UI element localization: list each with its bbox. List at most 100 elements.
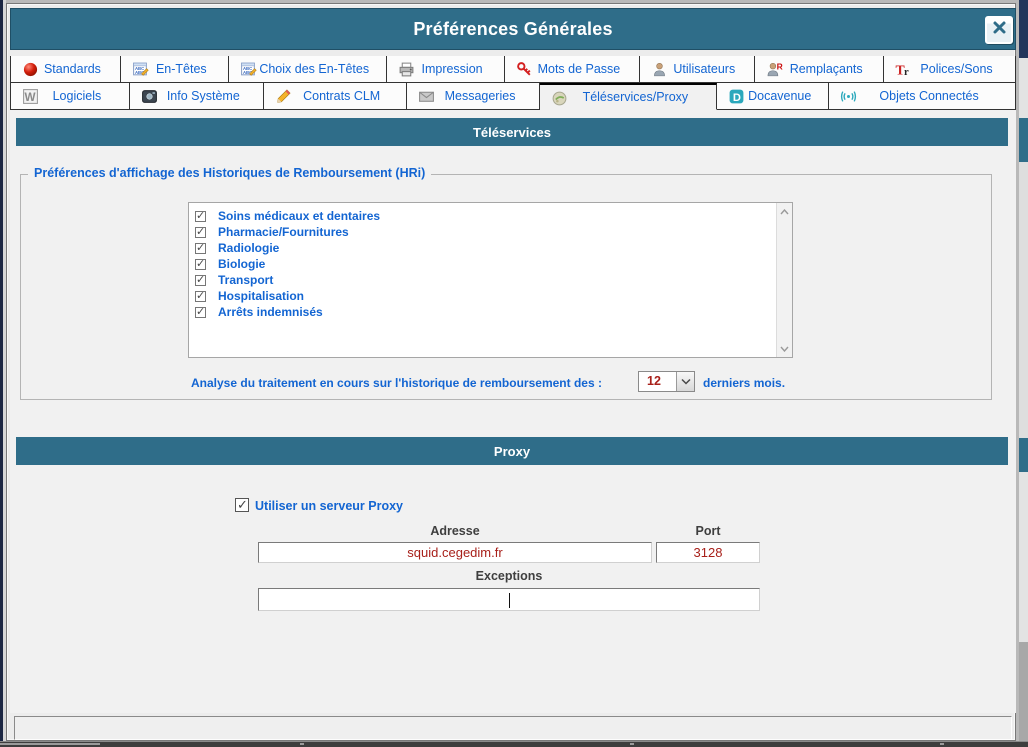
- tab-label: Contrats CLM: [289, 89, 380, 103]
- background-window-edge-bottom: [0, 741, 1028, 747]
- tab-label: Remplaçants: [776, 62, 863, 76]
- close-button[interactable]: [985, 16, 1013, 44]
- port-field[interactable]: 3128: [656, 542, 760, 563]
- header-doc-icon: ABCABC: [240, 61, 257, 78]
- address-label: Adresse: [258, 524, 652, 538]
- background-fragment: [1019, 162, 1028, 438]
- hri-item-label: Arrêts indemnisés: [218, 305, 323, 319]
- hri-item-pharmacie-fournitures[interactable]: Pharmacie/Fournitures: [195, 224, 775, 240]
- tab-contrats-clm[interactable]: Contrats CLM: [264, 83, 407, 110]
- tab-label: Téléservices/Proxy: [569, 90, 689, 104]
- hri-checkbox[interactable]: [195, 275, 206, 286]
- background-fragment: [630, 743, 634, 745]
- teleservices-section-title: Téléservices: [473, 125, 551, 140]
- tab-impression[interactable]: Impression: [387, 56, 505, 83]
- tab-utilisateurs[interactable]: Utilisateurs: [640, 56, 755, 83]
- listbox-scrollbar[interactable]: [776, 203, 792, 357]
- svg-text:r: r: [904, 67, 909, 78]
- tab-mots-de-passe[interactable]: Mots de Passe: [505, 56, 641, 83]
- tab-remplacants[interactable]: RRemplaçants: [755, 56, 884, 83]
- tab-en-tetes[interactable]: ABCABCEn-Têtes: [121, 56, 229, 83]
- background-fragment: [1019, 472, 1028, 642]
- hri-item-hospitalisation[interactable]: Hospitalisation: [195, 288, 775, 304]
- red-sphere-icon: [22, 61, 39, 78]
- tab-messageries[interactable]: Messageries: [407, 83, 541, 110]
- screen: Préférences Générales StandardsABCABCEn-…: [0, 0, 1028, 747]
- tab-label: Choix des En-Têtes: [245, 62, 369, 76]
- printer-icon: [398, 61, 415, 78]
- header-doc-icon: ABCABC: [132, 61, 149, 78]
- tab-label: En-Têtes: [142, 62, 207, 76]
- red-key-icon: [516, 61, 533, 78]
- tab-teleservices-proxy[interactable]: Téléservices/Proxy: [540, 83, 717, 110]
- tab-row-1: StandardsABCABCEn-TêtesABCABCChoix des E…: [10, 56, 1016, 83]
- proxy-section-title: Proxy: [494, 444, 530, 459]
- tab-logiciels[interactable]: WLogiciels: [11, 83, 130, 110]
- svg-text:R: R: [777, 62, 783, 72]
- hri-checkbox[interactable]: [195, 243, 206, 254]
- background-fragment: [300, 743, 304, 745]
- tab-row-2: WLogiciels Info Système Contrats CLM Messag…: [10, 83, 1016, 110]
- port-label: Port: [656, 524, 760, 538]
- scroll-down-icon[interactable]: [777, 341, 792, 356]
- hri-listbox[interactable]: Soins médicaux et dentairesPharmacie/Fou…: [188, 202, 793, 358]
- scroll-up-icon[interactable]: [777, 204, 792, 219]
- status-bar: [14, 716, 1012, 740]
- hri-item-soins-medicaux-et-dentaires[interactable]: Soins médicaux et dentaires: [195, 208, 775, 224]
- svg-text:W: W: [25, 91, 36, 104]
- hri-item-arrets-indemnises[interactable]: Arrêts indemnisés: [195, 304, 775, 320]
- tab-label: Objets Connectés: [865, 89, 978, 103]
- hri-checkbox[interactable]: [195, 291, 206, 302]
- vitale-card-icon: [551, 90, 568, 107]
- background-fragment: [1019, 58, 1028, 118]
- hri-item-label: Radiologie: [218, 241, 279, 255]
- pencil-icon: [275, 88, 292, 105]
- months-dropdown[interactable]: 12: [638, 371, 695, 392]
- user-icon: [651, 61, 668, 78]
- background-fragment: [1019, 0, 1028, 58]
- user-r-icon: R: [766, 61, 783, 78]
- tab-label: Standards: [30, 62, 101, 76]
- background-fragment: [940, 743, 944, 745]
- background-fragment: [1019, 642, 1028, 747]
- address-field[interactable]: squid.cegedim.fr: [258, 542, 652, 563]
- analysis-label: Analyse du traitement en cours sur l'his…: [191, 376, 602, 390]
- hri-checkbox[interactable]: [195, 259, 206, 270]
- hri-checkbox[interactable]: [195, 211, 206, 222]
- hri-item-label: Hospitalisation: [218, 289, 304, 303]
- tab-label: Polices/Sons: [906, 62, 992, 76]
- tab-choix-des-en-tetes[interactable]: ABCABCChoix des En-Têtes: [229, 56, 387, 83]
- hri-item-label: Biologie: [218, 257, 265, 271]
- tab-docavenue[interactable]: DDocavenue: [717, 83, 829, 110]
- teleservices-section-header: Téléservices: [16, 118, 1008, 146]
- title-bar[interactable]: Préférences Générales: [10, 8, 1016, 50]
- tab-info-systeme[interactable]: Info Système: [130, 83, 264, 110]
- tab-polices-sons[interactable]: TrPolices/Sons: [884, 56, 1016, 83]
- tab-label: Docavenue: [734, 89, 811, 103]
- exceptions-field[interactable]: [258, 588, 760, 611]
- tab-label: Impression: [407, 62, 482, 76]
- hri-item-biologie[interactable]: Biologie: [195, 256, 775, 272]
- mail-icon: [418, 88, 435, 105]
- background-fragment: [0, 743, 100, 745]
- hri-item-label: Pharmacie/Fournitures: [218, 225, 349, 239]
- use-proxy-checkbox[interactable]: [235, 498, 249, 512]
- text-caret: [509, 593, 510, 608]
- tab-label: Info Système: [153, 89, 240, 103]
- analysis-suffix-label: derniers mois.: [703, 376, 785, 390]
- hri-checkbox[interactable]: [195, 307, 206, 318]
- tab-label: Mots de Passe: [524, 62, 621, 76]
- tab-standards[interactable]: Standards: [11, 56, 121, 83]
- hri-item-radiologie[interactable]: Radiologie: [195, 240, 775, 256]
- hri-item-transport[interactable]: Transport: [195, 272, 775, 288]
- chevron-down-icon[interactable]: [676, 372, 694, 391]
- hri-checkbox[interactable]: [195, 227, 206, 238]
- hri-list: Soins médicaux et dentairesPharmacie/Fou…: [189, 203, 775, 357]
- docavenue-icon: D: [728, 88, 745, 105]
- background-fragment: [1019, 438, 1028, 472]
- tab-objets-connectes[interactable]: Objets Connectés: [829, 83, 1016, 110]
- tab-label: Utilisateurs: [659, 62, 735, 76]
- dialog-title: Préférences Générales: [413, 19, 612, 40]
- w-letter-icon: W: [22, 88, 39, 105]
- use-proxy-label: Utiliser un serveur Proxy: [255, 499, 403, 513]
